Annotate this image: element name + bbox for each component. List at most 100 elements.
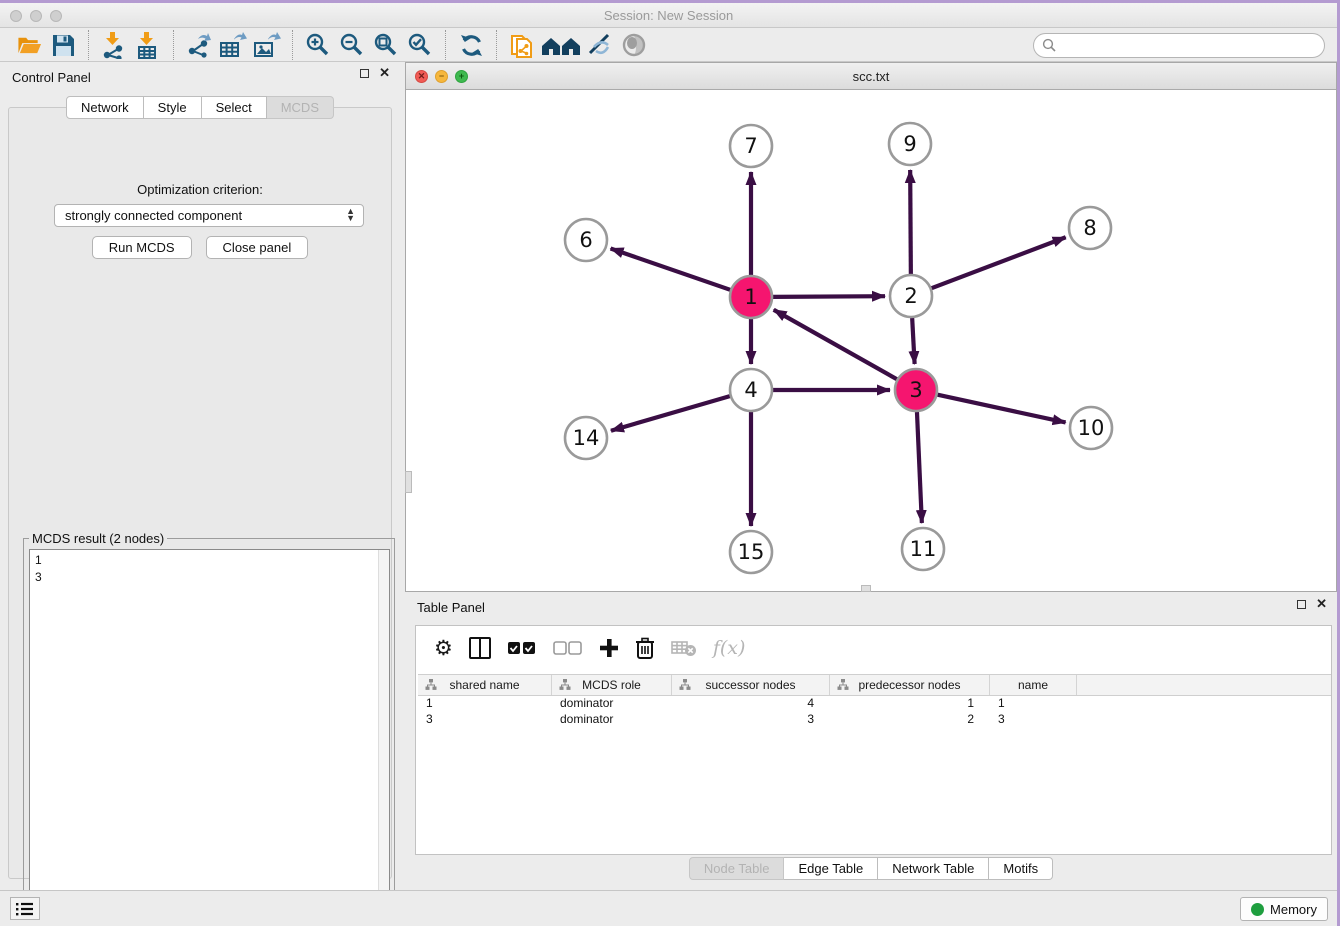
edge-4-14[interactable] [611,396,730,431]
graph-node-10[interactable]: 10 [1070,407,1112,449]
column-header-successor-nodes[interactable]: successor nodes [672,675,830,695]
title-bar: Session: New Session [0,3,1337,28]
toolbar-separator [292,30,293,60]
table-body: 1dominator4113dominator323 [418,696,1331,728]
zoom-selected-icon[interactable] [403,31,437,59]
cell-shared-name[interactable]: 3 [418,712,552,728]
toggle-panel-icon[interactable] [469,637,491,659]
graph-node-1[interactable]: 1 [730,276,772,318]
main-toolbar [0,29,1337,62]
cell-mcds-role[interactable]: dominator [552,696,672,712]
cell-predecessor-nodes[interactable]: 1 [830,696,990,712]
control-panel-close-icon[interactable]: ✕ [379,68,390,78]
unselect-all-columns-icon[interactable] [553,640,583,656]
export-table-icon[interactable] [216,31,250,59]
graph-node-8[interactable]: 8 [1069,207,1111,249]
control-panel-tabs: NetworkStyleSelectMCDS [0,96,400,119]
column-header-mcds-role[interactable]: MCDS role [552,675,672,695]
tree-icon [837,679,849,691]
cell-mcds-role[interactable]: dominator [552,712,672,728]
node-label-7: 7 [744,134,757,158]
save-session-icon[interactable] [46,31,80,59]
table-panel-float-icon[interactable] [1297,600,1306,609]
table-row[interactable]: 3dominator323 [418,712,1331,728]
tab-node-table[interactable]: Node Table [689,857,785,880]
control-panel-float-icon[interactable] [360,69,369,78]
create-column-icon[interactable] [599,638,619,658]
export-network-icon[interactable] [182,31,216,59]
select-all-columns-icon[interactable] [507,640,537,656]
edge-2-9[interactable] [910,170,911,274]
edge-2-3[interactable] [912,318,914,364]
graph-node-3[interactable]: 3 [895,369,937,411]
search-icon [1042,38,1057,53]
optimization-criterion-select[interactable]: strongly connected component ▲▼ [54,204,364,227]
table-panel-close-icon[interactable]: ✕ [1316,599,1327,609]
node-label-1: 1 [744,285,757,309]
cell-shared-name[interactable]: 1 [418,696,552,712]
splitter-grip-left[interactable] [405,471,412,493]
column-header-predecessor-nodes[interactable]: predecessor nodes [830,675,990,695]
toolbar-separator [445,30,446,60]
zoom-in-icon[interactable] [301,31,335,59]
node-label-8: 8 [1083,216,1096,240]
table-panel-title: Table Panel [417,600,485,615]
graph-node-9[interactable]: 9 [889,123,931,165]
column-header-shared-name[interactable]: shared name [418,675,552,695]
graph-node-14[interactable]: 14 [565,417,607,459]
clone-network-icon[interactable] [505,31,539,59]
mcds-result-textarea[interactable]: 1 3 [29,549,390,918]
tab-mcds[interactable]: MCDS [267,96,334,119]
edge-1-2[interactable] [773,296,885,297]
graph-node-11[interactable]: 11 [902,528,944,570]
table-row[interactable]: 1dominator411 [418,696,1331,712]
cell-predecessor-nodes[interactable]: 2 [830,712,990,728]
run-mcds-button[interactable]: Run MCDS [92,236,192,259]
cell-name[interactable]: 1 [990,696,1077,712]
delete-column-icon[interactable] [635,637,655,659]
tab-network[interactable]: Network [66,96,144,119]
refresh-view-icon[interactable] [454,31,488,59]
cell-successor-nodes[interactable]: 4 [672,696,830,712]
zoom-out-icon[interactable] [335,31,369,59]
edge-3-1[interactable] [774,310,897,379]
graph-node-4[interactable]: 4 [730,369,772,411]
graph-node-7[interactable]: 7 [730,125,772,167]
toolbar-separator [88,30,89,60]
zoom-fit-icon[interactable] [369,31,403,59]
splitter-grip-bottom[interactable] [861,585,871,592]
tab-network-table[interactable]: Network Table [878,857,989,880]
edge-2-8[interactable] [932,237,1066,288]
tab-select[interactable]: Select [202,96,267,119]
tab-edge-table[interactable]: Edge Table [784,857,878,880]
export-image-icon[interactable] [250,31,284,59]
graph-node-6[interactable]: 6 [565,219,607,261]
result-scrollbar[interactable] [378,550,389,917]
mcds-result-title: MCDS result (2 nodes) [29,531,167,546]
network-canvas[interactable]: 7 9 6 8 1 2 4 3 14 10 15 11 [406,90,1336,591]
memory-button[interactable]: Memory [1240,897,1328,921]
tab-motifs[interactable]: Motifs [989,857,1053,880]
cell-name[interactable]: 3 [990,712,1077,728]
close-panel-button[interactable]: Close panel [206,236,309,259]
network-window-titlebar[interactable]: ✕ − + scc.txt [406,63,1336,90]
hide-selected-icon[interactable] [583,31,617,59]
import-table-icon[interactable] [131,31,165,59]
column-header-name[interactable]: name [990,675,1077,695]
tab-style[interactable]: Style [144,96,202,119]
edge-3-10[interactable] [937,395,1065,423]
import-network-icon[interactable] [97,31,131,59]
graph-node-15[interactable]: 15 [730,531,772,573]
node-label-6: 6 [579,228,592,252]
search-input[interactable] [1061,34,1324,57]
open-session-icon[interactable] [12,31,46,59]
toolbar-separator [496,30,497,60]
task-history-button[interactable] [10,897,40,920]
cell-successor-nodes[interactable]: 3 [672,712,830,728]
edge-1-6[interactable] [611,248,731,289]
first-neighbors-icon[interactable] [539,31,583,59]
table-settings-icon[interactable]: ⚙ [434,636,453,660]
graph-node-2[interactable]: 2 [890,275,932,317]
edge-3-11[interactable] [917,412,922,523]
node-table: shared nameMCDS rolesuccessor nodesprede… [418,674,1331,728]
